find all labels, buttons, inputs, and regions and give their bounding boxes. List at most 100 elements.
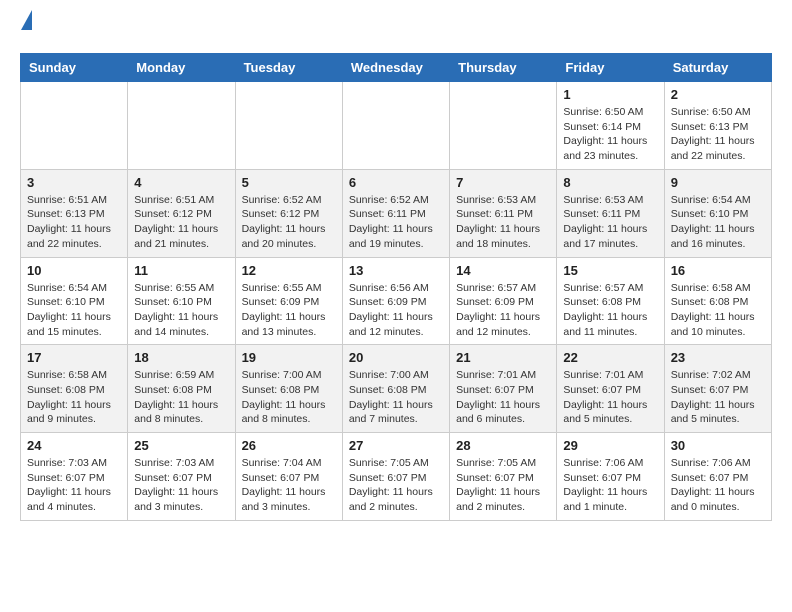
calendar-cell: 25Sunrise: 7:03 AMSunset: 6:07 PMDayligh… <box>128 433 235 521</box>
day-info: Sunrise: 6:51 AMSunset: 6:12 PMDaylight:… <box>134 193 228 252</box>
calendar-cell: 3Sunrise: 6:51 AMSunset: 6:13 PMDaylight… <box>21 169 128 257</box>
day-number: 9 <box>671 175 765 190</box>
day-number: 17 <box>27 350 121 365</box>
calendar-cell: 28Sunrise: 7:05 AMSunset: 6:07 PMDayligh… <box>450 433 557 521</box>
weekday-header-friday: Friday <box>557 54 664 82</box>
calendar-cell: 15 Sunrise: 6:57 AMSunset: 6:08 PMDayligh… <box>557 257 664 345</box>
day-number: 22 <box>563 350 657 365</box>
day-number: 30 <box>671 438 765 453</box>
day-number: 19 <box>242 350 336 365</box>
calendar-week-row: 1 Sunrise: 6:50 AMSunset: 6:14 PMDaylight… <box>21 82 772 170</box>
weekday-header-wednesday: Wednesday <box>342 54 449 82</box>
calendar-week-row: 17 Sunrise: 6:58 AMSunset: 6:08 PMDayligh… <box>21 345 772 433</box>
calendar-table: SundayMondayTuesdayWednesdayThursdayFrid… <box>20 53 772 521</box>
day-info: Sunrise: 6:55 AMSunset: 6:10 PMDaylight:… <box>134 281 228 340</box>
day-number: 28 <box>456 438 550 453</box>
calendar-cell: 29Sunrise: 7:06 AMSunset: 6:07 PMDayligh… <box>557 433 664 521</box>
day-info: Sunrise: 6:58 AMSunset: 6:08 PMDaylight:… <box>671 281 765 340</box>
day-info: Sunrise: 6:53 AMSunset: 6:11 PMDaylight:… <box>563 193 657 252</box>
logo-triangle <box>21 10 32 30</box>
day-info: Sunrise: 6:50 AMSunset: 6:13 PMDaylight:… <box>671 105 765 164</box>
day-info: Sunrise: 6:57 AMSunset: 6:09 PMDaylight:… <box>456 281 550 340</box>
day-number: 6 <box>349 175 443 190</box>
day-info: Sunrise: 7:06 AMSunset: 6:07 PMDaylight:… <box>671 456 765 515</box>
calendar-cell: 19 Sunrise: 7:00 AMSunset: 6:08 PMDayligh… <box>235 345 342 433</box>
day-info: Sunrise: 6:54 AMSunset: 6:10 PMDaylight:… <box>27 281 121 340</box>
calendar-cell: 21 Sunrise: 7:01 AMSunset: 6:07 PMDayligh… <box>450 345 557 433</box>
day-info: Sunrise: 7:01 AMSunset: 6:07 PMDaylight:… <box>563 368 657 427</box>
calendar-cell: 22 Sunrise: 7:01 AMSunset: 6:07 PMDayligh… <box>557 345 664 433</box>
day-number: 1 <box>563 87 657 102</box>
calendar-cell: 13 Sunrise: 6:56 AMSunset: 6:09 PMDayligh… <box>342 257 449 345</box>
day-info: Sunrise: 7:05 AMSunset: 6:07 PMDaylight:… <box>349 456 443 515</box>
calendar-cell: 9Sunrise: 6:54 AMSunset: 6:10 PMDaylight… <box>664 169 771 257</box>
day-number: 16 <box>671 263 765 278</box>
calendar-cell: 4 Sunrise: 6:51 AMSunset: 6:12 PMDaylight… <box>128 169 235 257</box>
day-number: 27 <box>349 438 443 453</box>
day-number: 20 <box>349 350 443 365</box>
day-number: 13 <box>349 263 443 278</box>
calendar-week-row: 10 Sunrise: 6:54 AMSunset: 6:10 PMDayligh… <box>21 257 772 345</box>
page-header <box>20 20 772 43</box>
logo-content <box>20 20 33 43</box>
day-number: 5 <box>242 175 336 190</box>
calendar-week-row: 3Sunrise: 6:51 AMSunset: 6:13 PMDaylight… <box>21 169 772 257</box>
day-number: 2 <box>671 87 765 102</box>
day-info: Sunrise: 6:56 AMSunset: 6:09 PMDaylight:… <box>349 281 443 340</box>
weekday-header-sunday: Sunday <box>21 54 128 82</box>
calendar-cell: 8 Sunrise: 6:53 AMSunset: 6:11 PMDaylight… <box>557 169 664 257</box>
day-number: 18 <box>134 350 228 365</box>
day-info: Sunrise: 6:53 AMSunset: 6:11 PMDaylight:… <box>456 193 550 252</box>
calendar-cell: 2 Sunrise: 6:50 AMSunset: 6:13 PMDaylight… <box>664 82 771 170</box>
calendar-cell: 30 Sunrise: 7:06 AMSunset: 6:07 PMDayligh… <box>664 433 771 521</box>
day-info: Sunrise: 7:01 AMSunset: 6:07 PMDaylight:… <box>456 368 550 427</box>
day-info: Sunrise: 6:52 AMSunset: 6:11 PMDaylight:… <box>349 193 443 252</box>
day-info: Sunrise: 7:03 AMSunset: 6:07 PMDaylight:… <box>134 456 228 515</box>
day-number: 23 <box>671 350 765 365</box>
calendar-cell: 18 Sunrise: 6:59 AMSunset: 6:08 PMDayligh… <box>128 345 235 433</box>
day-number: 8 <box>563 175 657 190</box>
weekday-header-thursday: Thursday <box>450 54 557 82</box>
calendar-cell: 7Sunrise: 6:53 AMSunset: 6:11 PMDaylight… <box>450 169 557 257</box>
day-info: Sunrise: 6:50 AMSunset: 6:14 PMDaylight:… <box>563 105 657 164</box>
calendar-cell: 14 Sunrise: 6:57 AMSunset: 6:09 PMDayligh… <box>450 257 557 345</box>
calendar-cell: 11Sunrise: 6:55 AMSunset: 6:10 PMDayligh… <box>128 257 235 345</box>
calendar-cell: 20 Sunrise: 7:00 AMSunset: 6:08 PMDayligh… <box>342 345 449 433</box>
calendar-cell: 12 Sunrise: 6:55 AMSunset: 6:09 PMDayligh… <box>235 257 342 345</box>
day-number: 10 <box>27 263 121 278</box>
day-info: Sunrise: 6:51 AMSunset: 6:13 PMDaylight:… <box>27 193 121 252</box>
day-info: Sunrise: 6:59 AMSunset: 6:08 PMDaylight:… <box>134 368 228 427</box>
day-info: Sunrise: 7:02 AMSunset: 6:07 PMDaylight:… <box>671 368 765 427</box>
day-info: Sunrise: 6:58 AMSunset: 6:08 PMDaylight:… <box>27 368 121 427</box>
calendar-cell: 16 Sunrise: 6:58 AMSunset: 6:08 PMDayligh… <box>664 257 771 345</box>
day-info: Sunrise: 6:52 AMSunset: 6:12 PMDaylight:… <box>242 193 336 252</box>
weekday-header-monday: Monday <box>128 54 235 82</box>
calendar-cell <box>235 82 342 170</box>
calendar-cell: 17 Sunrise: 6:58 AMSunset: 6:08 PMDayligh… <box>21 345 128 433</box>
weekday-header-saturday: Saturday <box>664 54 771 82</box>
calendar-cell: 10 Sunrise: 6:54 AMSunset: 6:10 PMDayligh… <box>21 257 128 345</box>
day-number: 24 <box>27 438 121 453</box>
day-number: 26 <box>242 438 336 453</box>
weekday-header-tuesday: Tuesday <box>235 54 342 82</box>
calendar-cell: 27 Sunrise: 7:05 AMSunset: 6:07 PMDayligh… <box>342 433 449 521</box>
day-info: Sunrise: 7:00 AMSunset: 6:08 PMDaylight:… <box>242 368 336 427</box>
day-info: Sunrise: 6:57 AMSunset: 6:08 PMDaylight:… <box>563 281 657 340</box>
day-number: 4 <box>134 175 228 190</box>
day-number: 21 <box>456 350 550 365</box>
day-number: 14 <box>456 263 550 278</box>
calendar-week-row: 24 Sunrise: 7:03 AMSunset: 6:07 PMDayligh… <box>21 433 772 521</box>
calendar-header-row: SundayMondayTuesdayWednesdayThursdayFrid… <box>21 54 772 82</box>
calendar-cell: 1 Sunrise: 6:50 AMSunset: 6:14 PMDaylight… <box>557 82 664 170</box>
calendar-cell: 5 Sunrise: 6:52 AMSunset: 6:12 PMDaylight… <box>235 169 342 257</box>
calendar-cell: 23 Sunrise: 7:02 AMSunset: 6:07 PMDayligh… <box>664 345 771 433</box>
calendar-cell <box>128 82 235 170</box>
calendar-cell: 6 Sunrise: 6:52 AMSunset: 6:11 PMDaylight… <box>342 169 449 257</box>
calendar-cell <box>21 82 128 170</box>
day-number: 15 <box>563 263 657 278</box>
day-number: 12 <box>242 263 336 278</box>
day-info: Sunrise: 6:55 AMSunset: 6:09 PMDaylight:… <box>242 281 336 340</box>
day-info: Sunrise: 7:00 AMSunset: 6:08 PMDaylight:… <box>349 368 443 427</box>
calendar-cell: 24 Sunrise: 7:03 AMSunset: 6:07 PMDayligh… <box>21 433 128 521</box>
day-info: Sunrise: 7:03 AMSunset: 6:07 PMDaylight:… <box>27 456 121 515</box>
